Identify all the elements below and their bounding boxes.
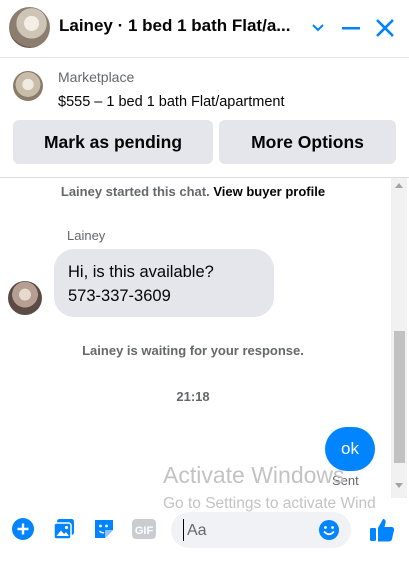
- incoming-message[interactable]: Hi, is this available? 573-337-3609: [54, 249, 274, 317]
- more-options-button[interactable]: More Options: [219, 120, 396, 164]
- sticker-icon[interactable]: [92, 517, 116, 541]
- message-input[interactable]: [185, 521, 319, 541]
- chat-started-text: Lainey started this chat.: [60, 184, 210, 199]
- chat-scrollbar[interactable]: [391, 178, 407, 498]
- gif-icon[interactable]: GIF: [131, 517, 157, 541]
- add-circle-icon[interactable]: [11, 517, 35, 541]
- close-icon[interactable]: [371, 14, 399, 42]
- chat-started-notice: Lainey started this chat. View buyer pro…: [0, 184, 386, 199]
- chevron-down-icon[interactable]: [304, 14, 332, 42]
- text-caret: [183, 519, 184, 541]
- sender-avatar[interactable]: [8, 281, 42, 315]
- chat-header: Lainey · 1 bed 1 bath Flat/a...: [0, 0, 409, 58]
- photo-icon[interactable]: [52, 517, 76, 541]
- message-input-box[interactable]: [171, 512, 351, 548]
- chat-title[interactable]: Lainey · 1 bed 1 bath Flat/a...: [59, 16, 299, 36]
- emoji-icon[interactable]: [317, 518, 341, 542]
- scroll-up-icon[interactable]: [395, 183, 403, 188]
- scroll-down-icon[interactable]: [395, 483, 403, 488]
- waiting-notice: Lainey is waiting for your response.: [82, 343, 304, 358]
- thumbs-up-icon[interactable]: [368, 516, 396, 544]
- listing-title[interactable]: $555 – 1 bed 1 bath Flat/apartment: [58, 94, 285, 110]
- activation-watermark-title: Activate Windows: [163, 462, 345, 488]
- sender-name: Lainey: [67, 228, 106, 243]
- svg-text:GIF: GIF: [135, 525, 154, 537]
- scroll-thumb[interactable]: [394, 331, 405, 463]
- contact-avatar[interactable]: [9, 7, 50, 48]
- mark-as-pending-button[interactable]: Mark as pending: [13, 120, 213, 164]
- message-thread: Lainey started this chat. View buyer pro…: [0, 178, 409, 508]
- minimize-icon[interactable]: [337, 14, 365, 42]
- view-buyer-profile-link[interactable]: View buyer profile: [213, 184, 325, 199]
- incoming-message-line[interactable]: 573-337-3609: [68, 284, 260, 308]
- message-composer: GIF: [0, 508, 409, 564]
- marketplace-listing: Marketplace $555 – 1 bed 1 bath Flat/apa…: [0, 58, 409, 178]
- listing-thumbnail[interactable]: [13, 71, 43, 101]
- listing-source-label: Marketplace: [58, 69, 135, 85]
- message-timestamp: 21:18: [176, 389, 210, 404]
- incoming-message-line: Hi, is this available?: [68, 263, 214, 281]
